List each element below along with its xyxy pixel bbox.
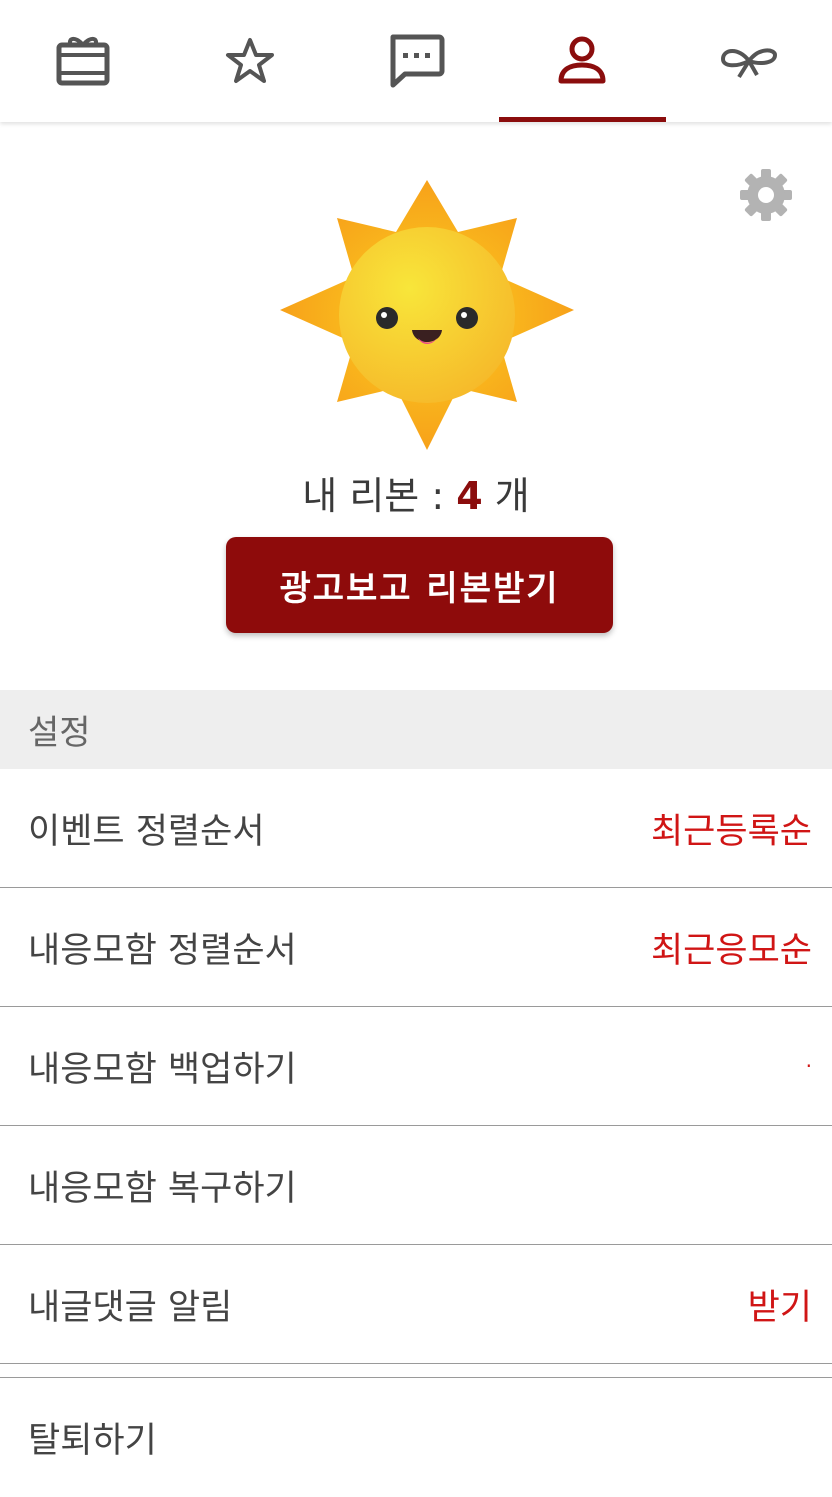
ribbon-count-unit: 개 — [482, 474, 530, 518]
gear-icon — [740, 169, 792, 221]
person-icon — [558, 36, 606, 84]
tab-ribbon[interactable] — [666, 0, 832, 122]
setting-value: 받기 — [747, 1287, 812, 1328]
settings-section-header: 설정 — [0, 690, 832, 769]
chat-bubble-icon — [390, 34, 445, 88]
setting-row-event-sort[interactable]: 이벤트 정렬순서 최근등록순 — [0, 769, 832, 888]
watch-ad-get-ribbon-button[interactable]: 광고보고 리본받기 — [226, 537, 613, 633]
tab-chat[interactable] — [333, 0, 499, 122]
setting-label: 이벤트 정렬순서 — [28, 811, 265, 852]
settings-list: 이벤트 정렬순서 최근등록순 내응모함 정렬순서 최근응모순 내응모함 백업하기… — [0, 769, 832, 1364]
avatar — [262, 170, 592, 470]
setting-label: 내응모함 복구하기 — [28, 1168, 297, 1209]
setting-value: 최근응모순 — [650, 930, 812, 971]
gift-card-icon — [56, 37, 110, 86]
setting-row-comment-notification[interactable]: 내글댓글 알림 받기 — [0, 1245, 832, 1364]
ribbon-count-label: 내 리본 : — [302, 474, 457, 518]
tab-profile[interactable] — [499, 0, 667, 122]
setting-row-entry-box-sort[interactable]: 내응모함 정렬순서 최근응모순 — [0, 888, 832, 1007]
profile-section: 내 리본 : 4 개 광고보고 리본받기 — [0, 122, 832, 690]
setting-label: 내글댓글 알림 — [28, 1287, 233, 1328]
setting-row-restore[interactable]: 내응모함 복구하기 — [0, 1126, 832, 1245]
setting-label: 내응모함 백업하기 — [28, 1049, 297, 1090]
setting-value: · — [805, 1054, 812, 1078]
tab-favorites[interactable] — [166, 0, 332, 122]
top-tab-bar — [0, 0, 832, 122]
ribbon-count-number: 4 — [456, 474, 483, 518]
sun-mascot-icon — [272, 172, 582, 458]
star-icon — [225, 38, 274, 83]
settings-gear-button[interactable] — [738, 167, 794, 223]
setting-label: 내응모함 정렬순서 — [28, 930, 297, 971]
setting-row-backup[interactable]: 내응모함 백업하기 · — [0, 1007, 832, 1126]
tab-gift[interactable] — [0, 0, 166, 122]
withdraw-account-button[interactable]: 탈퇴하기 — [0, 1377, 832, 1497]
setting-value: 최근등록순 — [650, 811, 812, 852]
ribbon-count: 내 리본 : 4 개 — [0, 472, 832, 520]
ribbon-icon — [720, 48, 777, 79]
